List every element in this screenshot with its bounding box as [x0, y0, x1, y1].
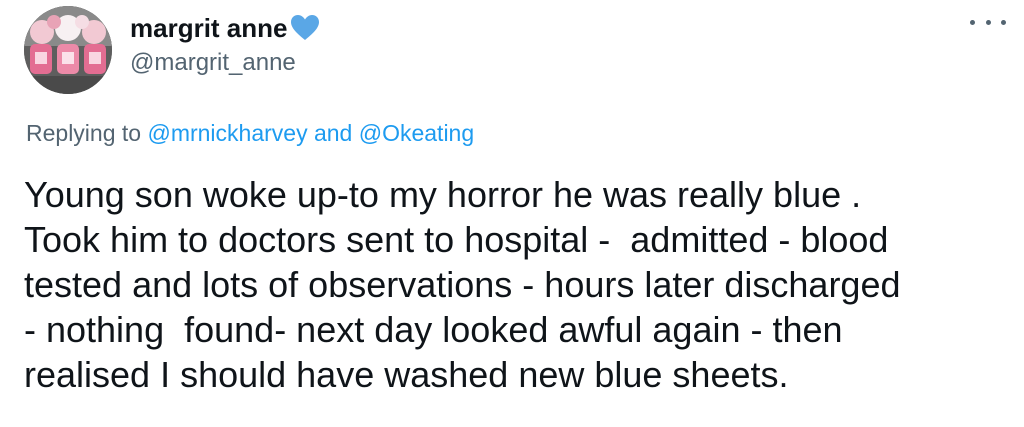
- more-options-icon[interactable]: [970, 12, 1006, 32]
- replying-to: Replying to @mrnickharvey and @Okeating: [26, 118, 474, 148]
- avatar[interactable]: [24, 6, 112, 94]
- handle[interactable]: @margrit_anne: [130, 48, 320, 78]
- display-name-row: margrit anne: [130, 12, 320, 44]
- display-name[interactable]: margrit anne: [130, 12, 288, 44]
- tweet-text-line: Young son woke up-to my horror he was re…: [24, 174, 862, 215]
- tweet-text-line: realised I should have washed new blue s…: [24, 354, 789, 395]
- tweet-card: margrit anne @margrit_anne Replying to @…: [0, 0, 1024, 427]
- replying-prefix: Replying to: [26, 120, 142, 146]
- more-dot: [1001, 19, 1006, 25]
- tweet-text-line: Took him to doctors sent to hospital - a…: [24, 219, 889, 260]
- mention-link-1[interactable]: @mrnickharvey: [147, 120, 307, 146]
- more-dot: [985, 19, 991, 25]
- more-dot: [970, 19, 975, 25]
- blue-heart-icon: [290, 15, 319, 40]
- author-names: margrit anne @margrit_anne: [130, 12, 320, 78]
- mention-link-2[interactable]: @Okeating: [359, 120, 474, 146]
- tweet-text: Young son woke up-to my horror he was re…: [24, 172, 1014, 397]
- tweet-text-line: tested and lots of observations - hours …: [24, 264, 901, 305]
- tweet-header: margrit anne @margrit_anne: [24, 6, 320, 94]
- tweet-text-line: - nothing found- next day looked awful a…: [24, 309, 843, 350]
- avatar-photo-icon: [24, 6, 112, 94]
- replying-conjunction: and: [313, 120, 353, 146]
